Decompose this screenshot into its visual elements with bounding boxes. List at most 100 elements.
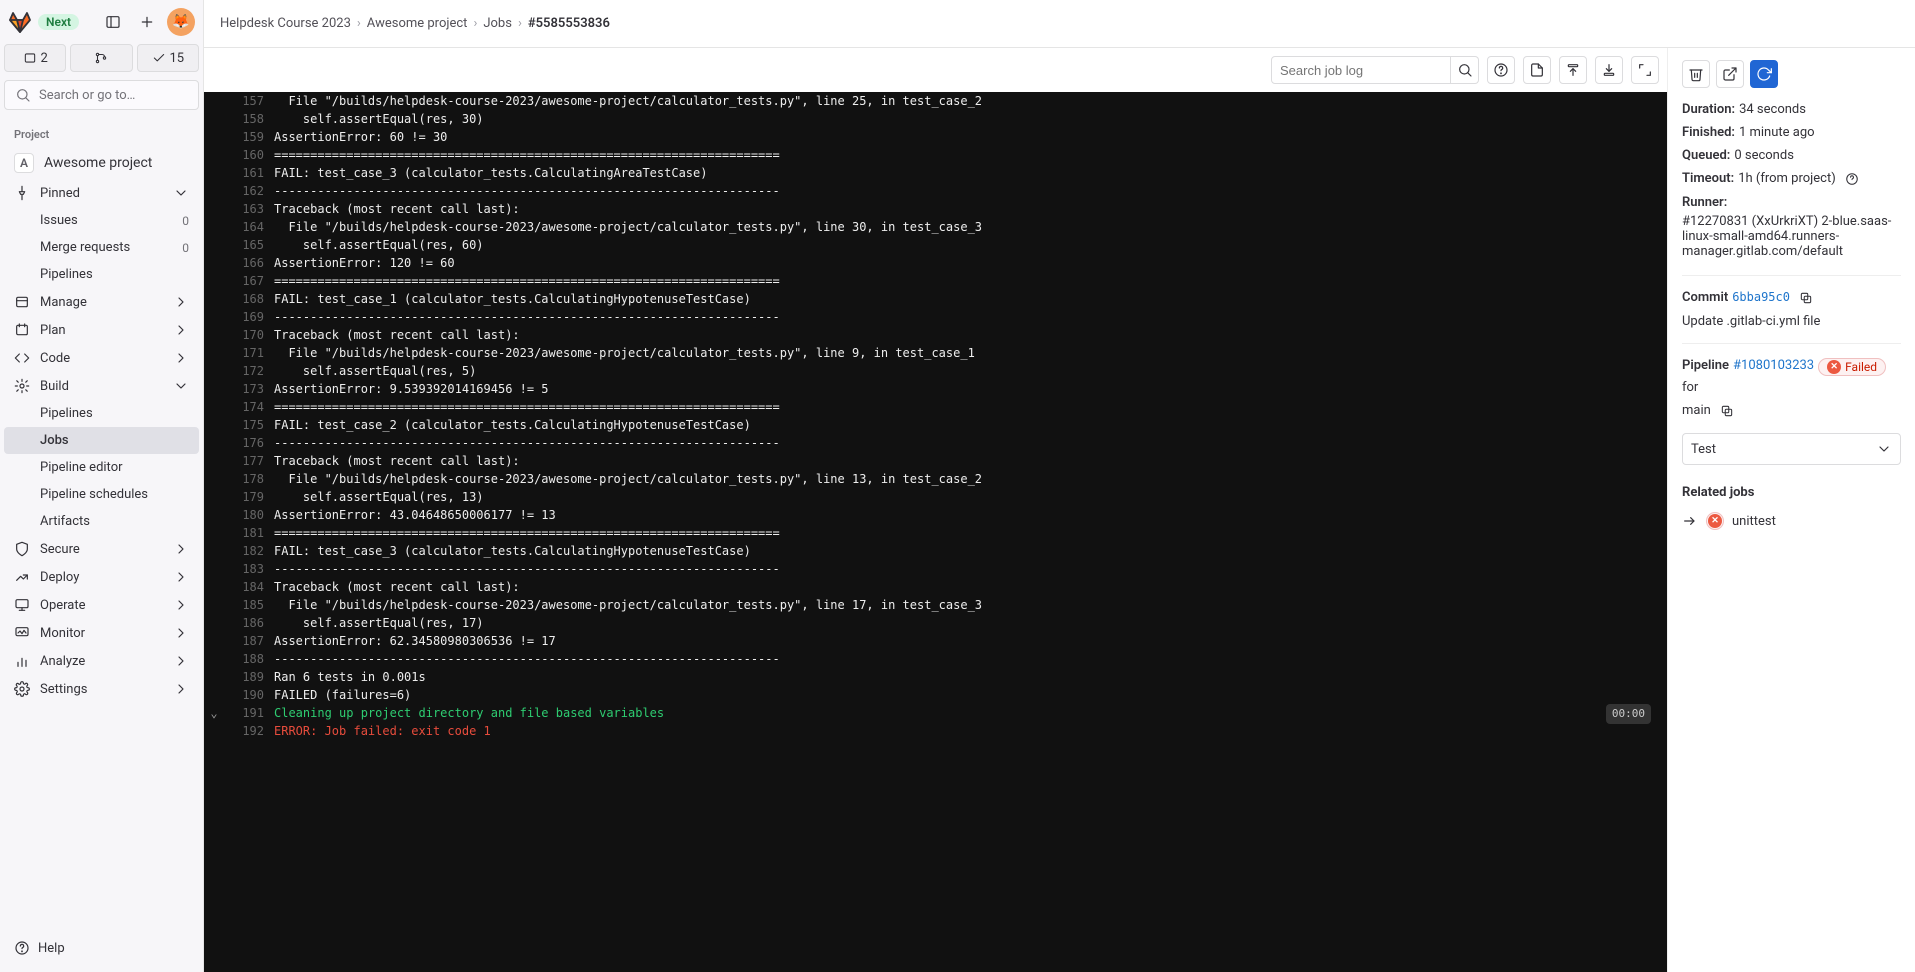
finished-label: Finished:: [1682, 125, 1735, 140]
log-content: AssertionError: 120 != 60: [274, 254, 1655, 272]
project-avatar: A: [14, 153, 34, 173]
analyze-icon: [14, 653, 30, 669]
commit-sha-link[interactable]: 6bba95c0: [1732, 290, 1790, 306]
nav-build[interactable]: Build: [4, 372, 199, 400]
section-duration-badge: 00:00: [1606, 704, 1651, 724]
copy-commit-button[interactable]: [1798, 290, 1814, 306]
scroll-top-button[interactable]: [1559, 56, 1587, 84]
log-line: 161FAIL: test_case_3 (calculator_tests.C…: [204, 164, 1667, 182]
line-number: 180: [224, 506, 274, 524]
retry-job-button[interactable]: [1750, 60, 1778, 88]
new-issue-button[interactable]: [1716, 60, 1744, 88]
line-number: 184: [224, 578, 274, 596]
nav-plan[interactable]: Plan: [4, 316, 199, 344]
left-sidebar: Next 🦊 2 15 Search or go to… Project A A…: [0, 0, 204, 972]
copy-branch-button[interactable]: [1719, 403, 1735, 419]
log-line: 178 File "/builds/helpdesk-course-2023/a…: [204, 470, 1667, 488]
collapse-caret-icon[interactable]: ⌄: [204, 704, 224, 722]
project-link[interactable]: A Awesome project: [4, 147, 199, 179]
related-job-name: unittest: [1732, 514, 1776, 529]
chevron-right-icon: [173, 541, 189, 557]
breadcrumb-group[interactable]: Helpdesk Course 2023: [220, 16, 351, 31]
job-log-terminal[interactable]: 157 File "/builds/helpdesk-course-2023/a…: [204, 92, 1667, 972]
log-content: ERROR: Job failed: exit code 1: [274, 722, 1655, 740]
line-number: 174: [224, 398, 274, 416]
settings-icon: [14, 681, 30, 697]
pinned-header[interactable]: Pinned: [4, 179, 199, 207]
pipeline-id-link[interactable]: #1080103233: [1733, 358, 1814, 376]
help-button[interactable]: Help: [4, 932, 199, 964]
nav-sub-pipeline-schedules[interactable]: Pipeline schedules: [4, 481, 199, 508]
pinned-pipelines[interactable]: Pipelines: [4, 261, 199, 288]
chevron-right-icon: [173, 350, 189, 366]
related-job-item[interactable]: ✕ unittest: [1682, 506, 1901, 536]
nav-manage[interactable]: Manage: [4, 288, 199, 316]
search-placeholder: Search or go to…: [39, 88, 135, 103]
sidebar-toggle-button[interactable]: [99, 8, 127, 36]
log-content: ----------------------------------------…: [274, 560, 1655, 578]
runner-value: #12270831 (XxUrkriXT) 2-blue.saas-linux-…: [1682, 214, 1901, 259]
create-new-button[interactable]: [133, 8, 161, 36]
search-icon: [1457, 62, 1473, 78]
help-icon-button[interactable]: [1487, 56, 1515, 84]
merge-requests-count-button[interactable]: [70, 44, 132, 72]
user-avatar[interactable]: 🦊: [167, 8, 195, 36]
nav-analyze[interactable]: Analyze: [4, 647, 199, 675]
fullscreen-button[interactable]: [1631, 56, 1659, 84]
log-line: ⌄191Cleaning up project directory and fi…: [204, 704, 1667, 722]
nav-sub-artifacts[interactable]: Artifacts: [4, 508, 199, 535]
log-content: ========================================…: [274, 398, 1655, 416]
breadcrumb-project[interactable]: Awesome project: [367, 16, 468, 31]
nav-monitor[interactable]: Monitor: [4, 619, 199, 647]
job-log-search-input[interactable]: [1271, 56, 1451, 84]
log-content: AssertionError: 62.34580980306536 != 17: [274, 632, 1655, 650]
log-line: 160=====================================…: [204, 146, 1667, 164]
job-log-search-button[interactable]: [1451, 56, 1479, 84]
retry-icon: [1756, 66, 1772, 82]
log-line: 175FAIL: test_case_2 (calculator_tests.C…: [204, 416, 1667, 434]
caret-spacer: [204, 560, 224, 578]
breadcrumb-jobs[interactable]: Jobs: [483, 16, 512, 31]
nav-settings[interactable]: Settings: [4, 675, 199, 703]
nav-sub-pipelines[interactable]: Pipelines: [4, 400, 199, 427]
log-line: 177Traceback (most recent call last):: [204, 452, 1667, 470]
line-number: 168: [224, 290, 274, 308]
nav-sub-jobs[interactable]: Jobs: [4, 427, 199, 454]
nav-sub-pipeline-editor[interactable]: Pipeline editor: [4, 454, 199, 481]
timeout-help-icon[interactable]: [1844, 171, 1860, 187]
line-number: 162: [224, 182, 274, 200]
erase-job-log-button[interactable]: [1682, 60, 1710, 88]
nav-code[interactable]: Code: [4, 344, 199, 372]
log-line: 182FAIL: test_case_3 (calculator_tests.C…: [204, 542, 1667, 560]
scroll-bottom-button[interactable]: [1595, 56, 1623, 84]
log-content: Traceback (most recent call last):: [274, 326, 1655, 344]
caret-spacer: [204, 668, 224, 686]
raw-log-button[interactable]: [1523, 56, 1551, 84]
deploy-icon: [14, 569, 30, 585]
caret-spacer: [204, 416, 224, 434]
log-content: self.assertEqual(res, 30): [274, 110, 1655, 128]
nav-secure[interactable]: Secure: [4, 535, 199, 563]
caret-spacer: [204, 308, 224, 326]
pinned-merge-requests[interactable]: Merge requests0: [4, 234, 199, 261]
stage-dropdown[interactable]: Test: [1682, 433, 1901, 465]
caret-spacer: [204, 434, 224, 452]
nav-deploy[interactable]: Deploy: [4, 563, 199, 591]
log-content: ----------------------------------------…: [274, 182, 1655, 200]
todos-count-button[interactable]: 15: [137, 44, 199, 72]
nav-operate[interactable]: Operate: [4, 591, 199, 619]
help-label: Help: [38, 941, 65, 956]
line-number: 171: [224, 344, 274, 362]
log-content: ----------------------------------------…: [274, 308, 1655, 326]
job-toolbar: [204, 48, 1667, 92]
issues-count-button[interactable]: 2: [4, 44, 66, 72]
log-line: 180AssertionError: 43.04648650006177 != …: [204, 506, 1667, 524]
line-number: 173: [224, 380, 274, 398]
pinned-issues[interactable]: Issues0: [4, 207, 199, 234]
log-line: 164 File "/builds/helpdesk-course-2023/a…: [204, 218, 1667, 236]
todos-count: 15: [170, 51, 185, 66]
log-line: 188-------------------------------------…: [204, 650, 1667, 668]
caret-spacer: [204, 452, 224, 470]
global-search[interactable]: Search or go to…: [4, 80, 199, 110]
line-number: 166: [224, 254, 274, 272]
